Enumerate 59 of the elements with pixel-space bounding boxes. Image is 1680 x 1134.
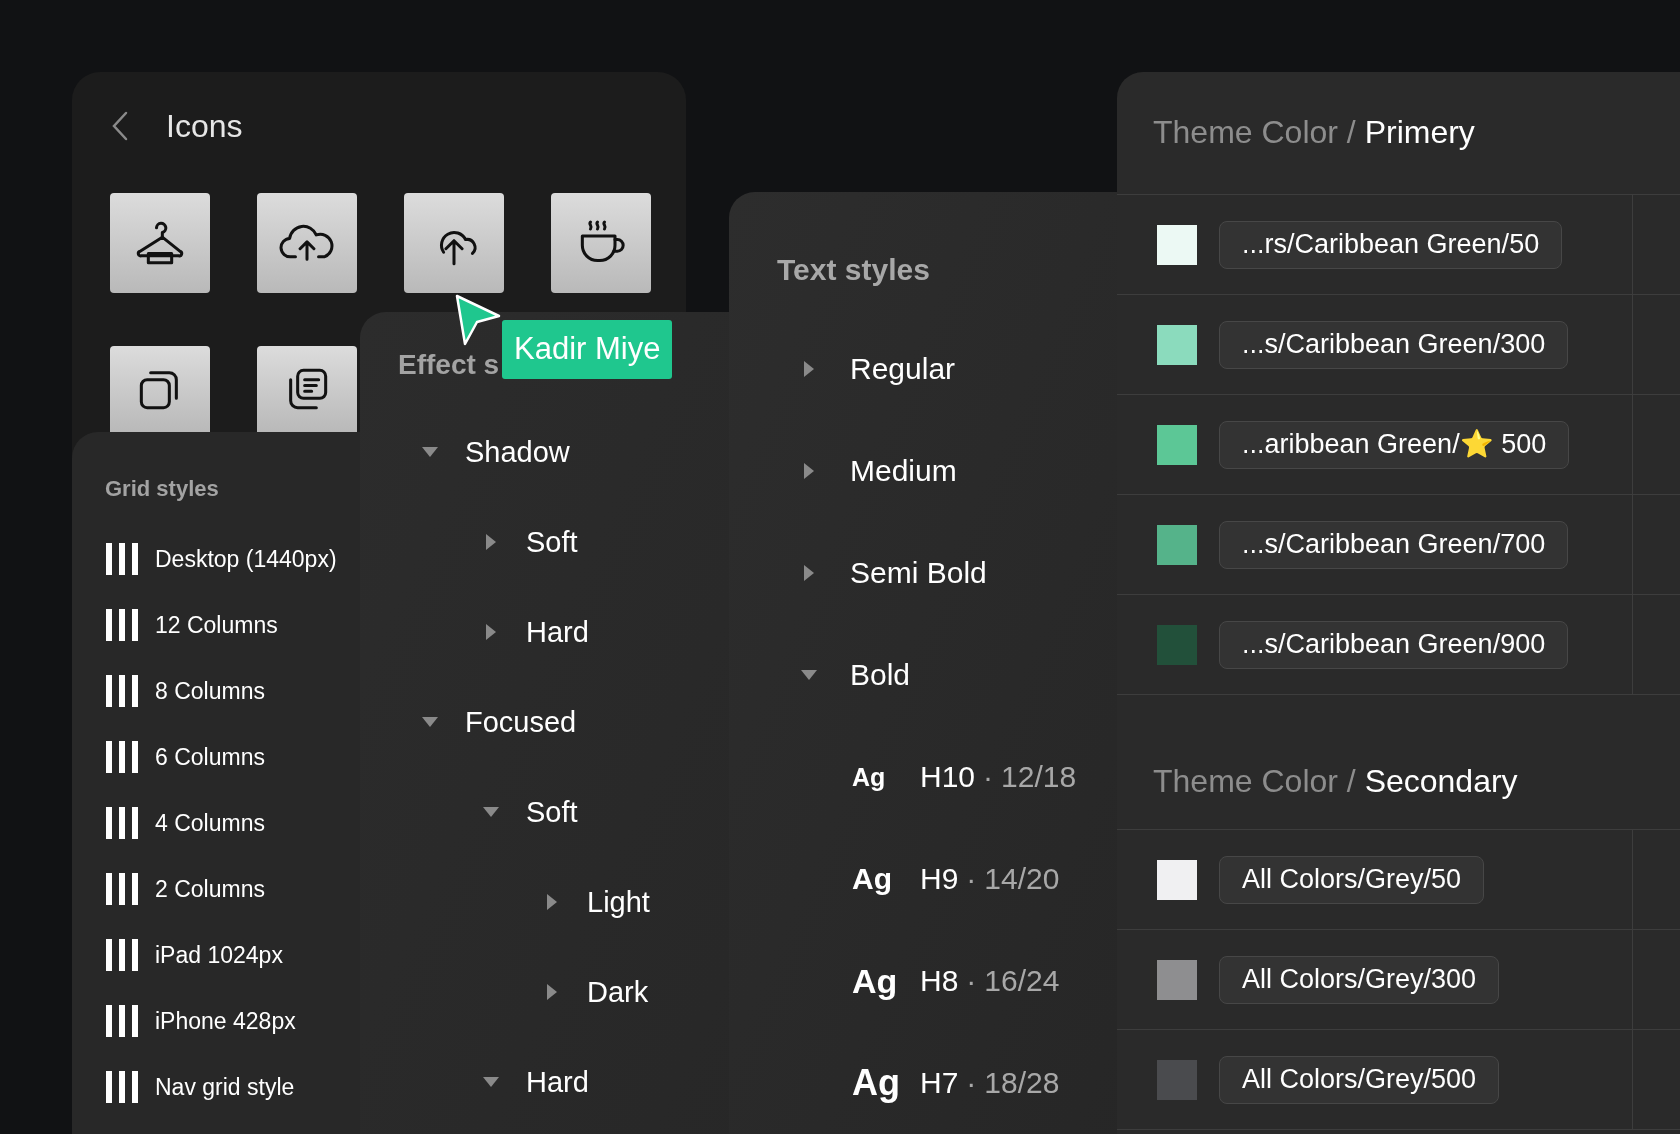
color-style-tag: ...s/Caribbean Green/700 bbox=[1219, 520, 1569, 569]
type-sample: Ag bbox=[852, 1065, 898, 1101]
tree-item[interactable]: Soft bbox=[483, 527, 578, 557]
tree-item[interactable]: Semi Bold bbox=[801, 558, 987, 588]
icon-tile[interactable] bbox=[551, 193, 651, 293]
panel-title: Icons bbox=[166, 110, 243, 142]
color-style-tag: ...s/Caribbean Green/300 bbox=[1219, 320, 1569, 369]
grid-columns-icon bbox=[105, 741, 139, 773]
text-style-item[interactable]: H7 · 18/28 bbox=[920, 1068, 1060, 1098]
color-style-tag: ...aribbean Green/⭐ 500 bbox=[1219, 420, 1570, 469]
color-style-tag: ...rs/Caribbean Green/50 bbox=[1219, 220, 1563, 269]
color-style-tag: All Colors/Grey/50 bbox=[1219, 855, 1485, 904]
tree-item[interactable]: Dark bbox=[544, 977, 649, 1007]
grid-columns-icon bbox=[105, 609, 139, 641]
section-title: Effect s bbox=[398, 349, 500, 380]
color-style-tag: ...s/Caribbean Green/900 bbox=[1219, 620, 1569, 669]
grid-columns-icon bbox=[105, 1005, 139, 1037]
text-style-item[interactable]: H8 · 16/24 bbox=[920, 966, 1060, 996]
tree-item[interactable]: Hard bbox=[483, 617, 589, 647]
grid-style-item[interactable]: 12 Columns bbox=[105, 592, 278, 658]
section-title: Text styles bbox=[777, 253, 930, 286]
grid-style-item[interactable]: iPad 1024px bbox=[105, 922, 283, 988]
type-sample: Ag bbox=[852, 864, 893, 894]
section-title: Theme Color / Primery bbox=[1153, 113, 1476, 152]
cursor-arrow-icon bbox=[455, 294, 501, 346]
grid-style-item[interactable]: 6 Columns bbox=[105, 724, 265, 790]
text-style-item[interactable]: H9 · 14/20 bbox=[920, 864, 1060, 894]
chevron-left-icon bbox=[110, 110, 130, 142]
grid-style-item[interactable]: iPhone 428px bbox=[105, 988, 296, 1054]
section-title: Theme Color / Secondary bbox=[1153, 762, 1519, 801]
tree-item[interactable]: Soft bbox=[483, 797, 578, 827]
icon-tile[interactable] bbox=[257, 193, 357, 293]
grid-columns-icon bbox=[105, 873, 139, 905]
grid-columns-icon bbox=[105, 1071, 139, 1103]
tree-item[interactable]: Bold bbox=[801, 660, 911, 690]
type-sample: Ag bbox=[852, 964, 898, 998]
grid-style-item[interactable]: 8 Columns bbox=[105, 658, 265, 724]
grid-columns-icon bbox=[105, 543, 139, 575]
tree-item[interactable]: Focused bbox=[422, 707, 577, 737]
user-name-tag: Kadir Miye bbox=[502, 320, 673, 379]
color-style-tag: All Colors/Grey/300 bbox=[1219, 955, 1500, 1004]
tree-item[interactable]: Shadow bbox=[422, 437, 570, 467]
grid-style-item[interactable]: 2 Columns bbox=[105, 856, 265, 922]
text-style-item[interactable]: H10 · 12/18 bbox=[920, 762, 1077, 792]
type-sample: Ag bbox=[852, 764, 887, 790]
icon-tile[interactable] bbox=[404, 193, 504, 293]
tree-item[interactable]: Light bbox=[544, 887, 650, 917]
tree-item[interactable]: Medium bbox=[801, 456, 957, 486]
grid-columns-icon bbox=[105, 675, 139, 707]
grid-style-item[interactable]: Desktop (1440px) bbox=[105, 526, 337, 592]
section-title: Grid styles bbox=[105, 475, 220, 503]
tree-item[interactable]: Hard bbox=[483, 1067, 589, 1097]
color-style-tag: All Colors/Grey/500 bbox=[1219, 1055, 1500, 1104]
grid-style-item[interactable]: 4 Columns bbox=[105, 790, 265, 856]
grid-columns-icon bbox=[105, 939, 139, 971]
icon-tile[interactable] bbox=[110, 193, 210, 293]
tree-item[interactable]: Regular bbox=[801, 354, 956, 384]
grid-columns-icon bbox=[105, 807, 139, 839]
grid-style-item[interactable]: Nav grid style bbox=[105, 1054, 295, 1120]
